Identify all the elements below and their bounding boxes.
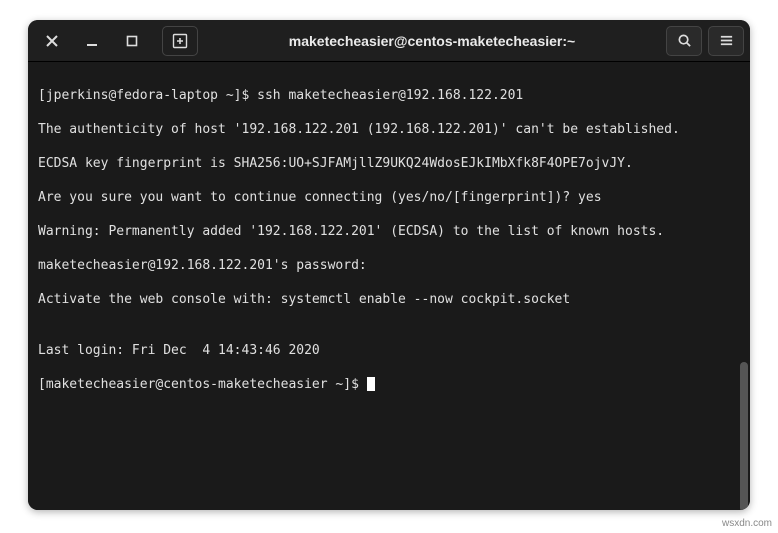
terminal-line: [jperkins@fedora-laptop ~]$ ssh maketech…	[38, 87, 740, 104]
scrollbar-thumb[interactable]	[740, 362, 748, 510]
terminal-line: The authenticity of host '192.168.122.20…	[38, 121, 740, 138]
terminal-line: Are you sure you want to continue connec…	[38, 189, 740, 206]
terminal-window: maketecheasier@centos-maketecheasier:~ […	[28, 20, 750, 510]
search-icon	[677, 33, 692, 48]
menu-button[interactable]	[708, 26, 744, 56]
window-title: maketecheasier@centos-maketecheasier:~	[198, 33, 666, 49]
terminal-line: Activate the web console with: systemctl…	[38, 291, 740, 308]
titlebar: maketecheasier@centos-maketecheasier:~	[28, 20, 750, 62]
terminal-output[interactable]: [jperkins@fedora-laptop ~]$ ssh maketech…	[28, 62, 750, 510]
titlebar-left-controls	[34, 26, 198, 56]
watermark: wsxdn.com	[722, 518, 772, 529]
new-tab-icon	[172, 33, 188, 49]
hamburger-icon	[719, 33, 734, 48]
terminal-line: Warning: Permanently added '192.168.122.…	[38, 223, 740, 240]
terminal-prompt-line: [maketecheasier@centos-maketecheasier ~]…	[38, 376, 740, 393]
close-button[interactable]	[34, 26, 70, 56]
terminal-prompt: [maketecheasier@centos-maketecheasier ~]…	[38, 377, 367, 392]
maximize-icon	[125, 34, 139, 48]
minimize-button[interactable]	[74, 26, 110, 56]
terminal-line: maketecheasier@192.168.122.201's passwor…	[38, 257, 740, 274]
minimize-icon	[85, 34, 99, 48]
terminal-line: Last login: Fri Dec 4 14:43:46 2020	[38, 342, 740, 359]
close-icon	[45, 34, 59, 48]
titlebar-right-controls	[666, 26, 744, 56]
maximize-button[interactable]	[114, 26, 150, 56]
terminal-line: ECDSA key fingerprint is SHA256:UO+SJFAM…	[38, 155, 740, 172]
search-button[interactable]	[666, 26, 702, 56]
new-tab-button[interactable]	[162, 26, 198, 56]
terminal-cursor	[367, 377, 375, 391]
